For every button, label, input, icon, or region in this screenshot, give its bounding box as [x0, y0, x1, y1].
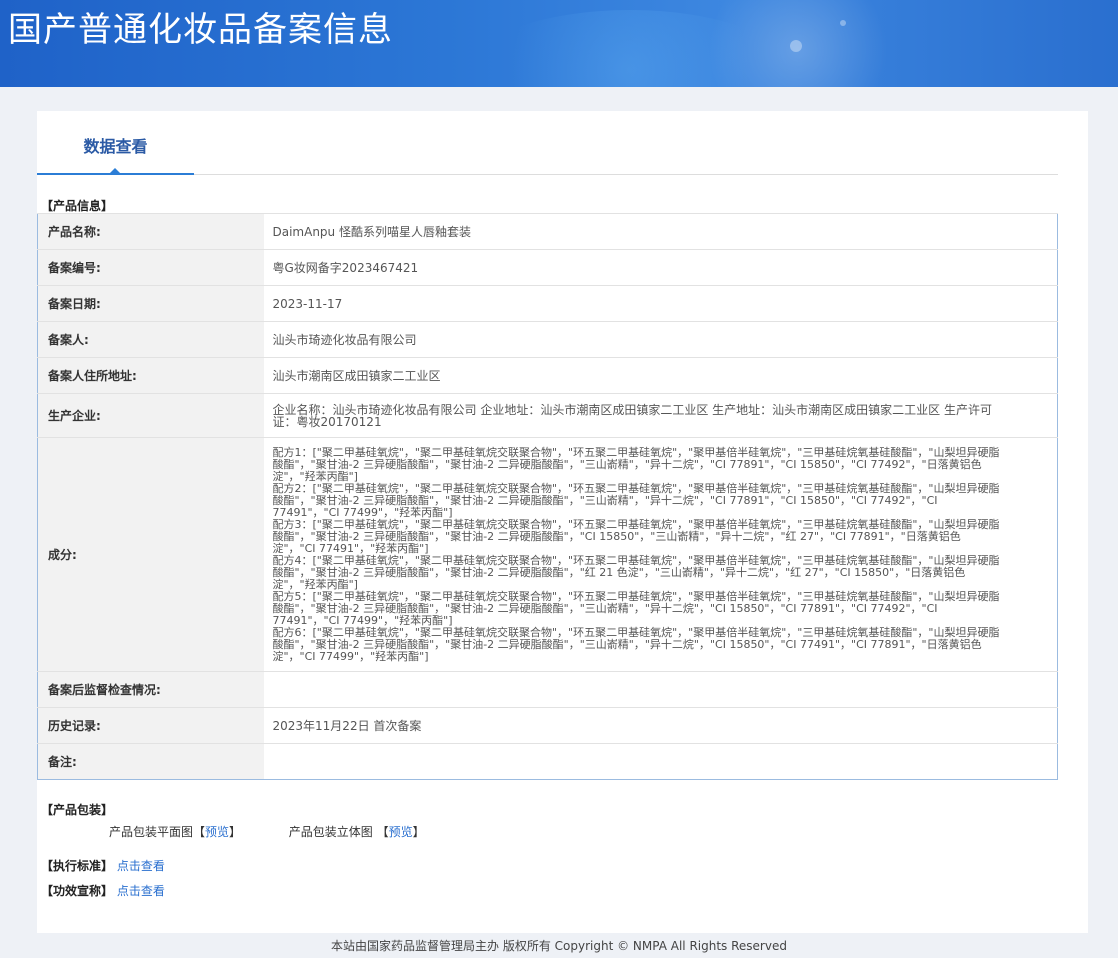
efficacy-label: 【功效宣称】 [41, 884, 114, 898]
bracket: 】 [229, 825, 242, 839]
site-header: 国产普通化妆品备案信息 [0, 0, 1118, 87]
field-label: 备案人住所地址: [37, 357, 264, 394]
standard-link[interactable]: 点击查看 [117, 859, 165, 873]
bracket: 】 [412, 825, 425, 839]
field-value [263, 671, 1058, 708]
table-row: 备案后监督检查情况: [37, 671, 1058, 708]
tab-bar: 数据查看 [37, 111, 1058, 175]
efficacy-link[interactable]: 点击查看 [117, 884, 165, 898]
page-title: 国产普通化妆品备案信息 [8, 10, 393, 50]
table-row: 历史记录: 2023年11月22日 首次备案 [37, 707, 1058, 744]
efficacy-row: 【功效宣称】 点击查看 [41, 882, 165, 899]
caret-up-icon [109, 168, 121, 174]
table-row: 产品名称: DaimAnpu 怪酷系列喵星人唇釉套装 [37, 213, 1058, 250]
field-value: 汕头市琦迹化妆品有限公司 [263, 321, 1058, 358]
field-label: 备案日期: [37, 285, 264, 322]
header-decoration [790, 40, 802, 52]
content-panel: 数据查看 【产品信息】 产品名称: DaimAnpu 怪酷系列喵星人唇釉套装 备… [37, 111, 1088, 933]
standard-label: 【执行标准】 [41, 859, 114, 873]
tab-label: 数据查看 [83, 137, 148, 156]
field-label: 生产企业: [37, 393, 264, 438]
field-value [263, 743, 1058, 780]
field-label: 备注: [37, 743, 264, 780]
table-row: 备案人: 汕头市琦迹化妆品有限公司 [37, 321, 1058, 358]
field-value: DaimAnpu 怪酷系列喵星人唇釉套装 [263, 213, 1058, 250]
tab-data-view[interactable]: 数据查看 [37, 111, 194, 175]
field-label: 产品名称: [37, 213, 264, 250]
field-value: 2023年11月22日 首次备案 [263, 707, 1058, 744]
field-label: 备案人: [37, 321, 264, 358]
field-value: 汕头市潮南区成田镇家二工业区 [263, 357, 1058, 394]
field-value: 2023-11-17 [263, 285, 1058, 322]
table-row: 备注: [37, 743, 1058, 780]
flat-preview-link[interactable]: 预览 [205, 823, 229, 840]
field-label: 备案编号: [37, 249, 264, 286]
table-row: 生产企业: 企业名称：汕头市琦迹化妆品有限公司 企业地址：汕头市潮南区成田镇家二… [37, 393, 1058, 438]
standard-row: 【执行标准】 点击查看 [41, 857, 165, 874]
product-info-table: 产品名称: DaimAnpu 怪酷系列喵星人唇釉套装 备案编号: 粤G妆网备字2… [37, 213, 1058, 780]
section-title-product-info: 【产品信息】 [41, 199, 114, 213]
stereo-label: 产品包装立体图 [288, 825, 373, 839]
ingredients-value: 配方1：["聚二甲基硅氧烷"，"聚二甲基硅氧烷交联聚合物"，"环五聚二甲基硅氧烷… [263, 437, 1058, 672]
bracket: 【 [376, 825, 389, 839]
table-row: 备案日期: 2023-11-17 [37, 285, 1058, 322]
field-label: 成分: [37, 437, 264, 672]
section-title-packaging: 【产品包装】 [41, 803, 114, 817]
table-row: 成分: 配方1：["聚二甲基硅氧烷"，"聚二甲基硅氧烷交联聚合物"，"环五聚二甲… [37, 437, 1058, 672]
packaging-links: 产品包装平面图【预览】 产品包装立体图 【预览】 [109, 823, 425, 840]
table-row: 备案人住所地址: 汕头市潮南区成田镇家二工业区 [37, 357, 1058, 394]
field-label: 历史记录: [37, 707, 264, 744]
table-row: 备案编号: 粤G妆网备字2023467421 [37, 249, 1058, 286]
bracket: 【 [193, 825, 206, 839]
field-value: 粤G妆网备字2023467421 [263, 249, 1058, 286]
stereo-preview-link[interactable]: 预览 [389, 823, 413, 840]
flat-label: 产品包装平面图 [109, 825, 194, 839]
field-label: 备案后监督检查情况: [37, 671, 264, 708]
header-decoration [840, 20, 846, 26]
footer: 本站由国家药品监督管理局主办 版权所有 Copyright © NMPA All… [331, 939, 787, 953]
field-value: 企业名称：汕头市琦迹化妆品有限公司 企业地址：汕头市潮南区成田镇家二工业区 生产… [263, 393, 1058, 438]
